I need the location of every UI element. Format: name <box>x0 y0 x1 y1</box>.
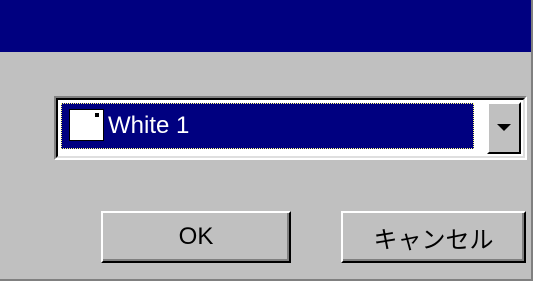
color-dialog: White 1 OK キャンセル <box>0 0 533 281</box>
swatch-marker <box>95 113 99 117</box>
chevron-down-icon[interactable] <box>487 102 521 154</box>
color-combo-box[interactable]: White 1 <box>54 96 527 160</box>
combo-selected-item[interactable]: White 1 <box>61 103 474 149</box>
title-bar[interactable] <box>0 0 531 52</box>
combo-field[interactable]: White 1 <box>56 98 525 158</box>
cancel-button[interactable]: キャンセル <box>341 211 526 263</box>
color-swatch-icon <box>69 109 104 141</box>
combo-selected-label: White 1 <box>108 112 190 139</box>
ok-button[interactable]: OK <box>101 211 291 263</box>
